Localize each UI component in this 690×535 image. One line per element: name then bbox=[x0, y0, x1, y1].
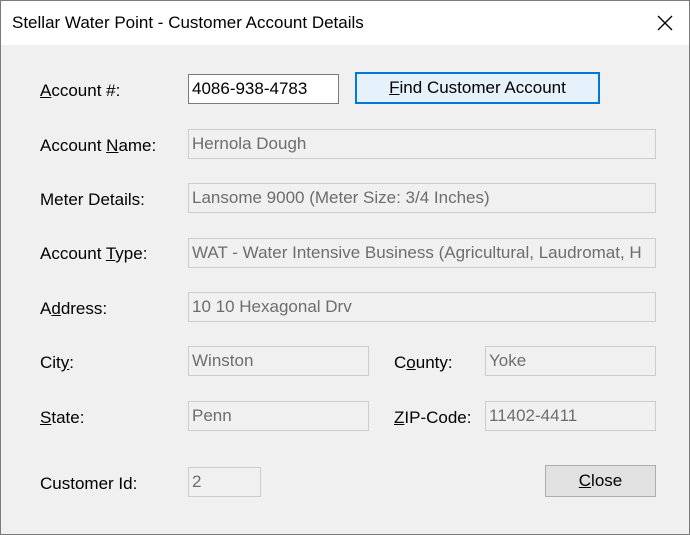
account-number-label: Account #: bbox=[40, 81, 121, 100]
zip-code-field: 11402-4411 bbox=[485, 401, 656, 431]
close-button[interactable]: Close bbox=[545, 465, 656, 497]
window-title: Stellar Water Point - Customer Account D… bbox=[12, 13, 364, 32]
county-label: County: bbox=[394, 353, 453, 372]
address-field: 10 10 Hexagonal Drv bbox=[188, 292, 656, 322]
title-bar: Stellar Water Point - Customer Account D… bbox=[1, 1, 689, 45]
county-field: Yoke bbox=[485, 346, 656, 376]
state-field: Penn bbox=[188, 401, 369, 431]
account-number-input[interactable]: 4086-938-4783 bbox=[188, 74, 339, 104]
customer-id-label: Customer Id: bbox=[40, 474, 138, 493]
state-label: State: bbox=[40, 408, 85, 427]
account-name-field: Hernola Dough bbox=[188, 129, 656, 159]
address-label: Address: bbox=[40, 299, 108, 318]
meter-details-label: Meter Details: bbox=[40, 190, 145, 209]
city-field: Winston bbox=[188, 346, 369, 376]
window-close-button[interactable] bbox=[641, 1, 689, 45]
close-icon bbox=[657, 15, 673, 31]
find-customer-account-button[interactable]: Find Customer Account bbox=[355, 72, 600, 104]
account-name-label: Account Name: bbox=[40, 136, 157, 155]
account-type-label: Account Type: bbox=[40, 244, 148, 263]
account-type-field: WAT - Water Intensive Business (Agricult… bbox=[188, 238, 656, 268]
zip-code-label: ZIP-Code: bbox=[394, 408, 472, 427]
customer-id-field: 2 bbox=[188, 467, 261, 497]
city-label: City: bbox=[40, 353, 75, 372]
customer-account-details-window: Stellar Water Point - Customer Account D… bbox=[0, 0, 690, 535]
meter-details-field: Lansome 9000 (Meter Size: 3/4 Inches) bbox=[188, 183, 656, 213]
